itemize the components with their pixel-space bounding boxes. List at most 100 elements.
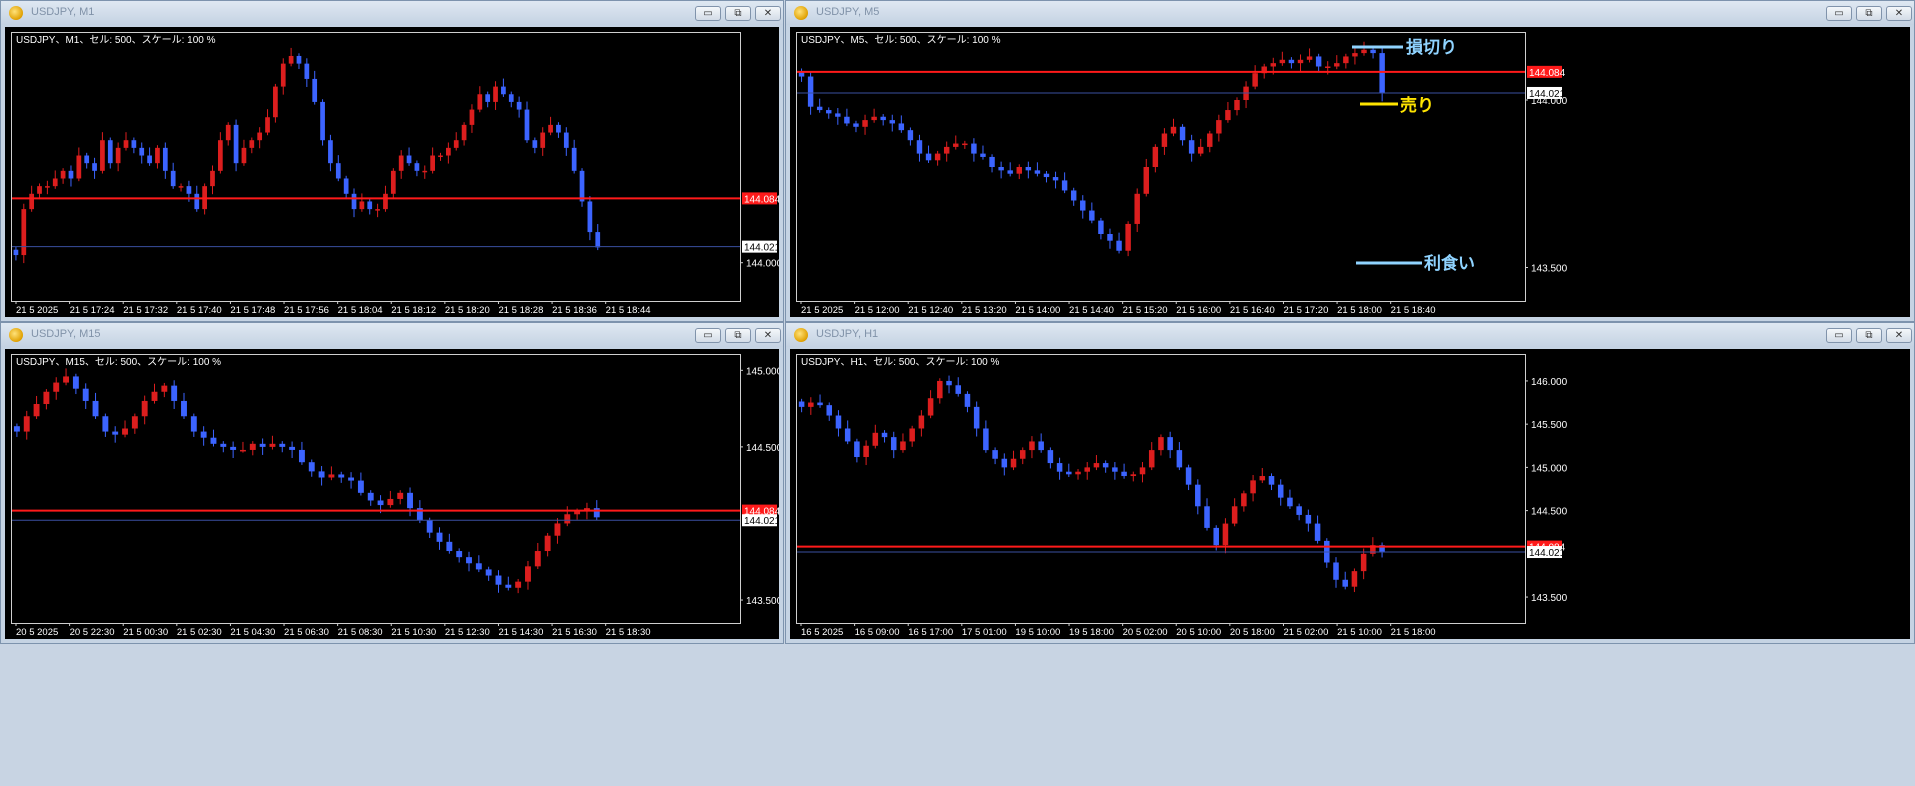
sell-label: 売り [1400, 95, 1434, 116]
candle [288, 47, 294, 67]
candle [937, 378, 943, 404]
candle [1139, 462, 1146, 483]
candle [359, 193, 365, 212]
candle [304, 58, 310, 87]
restore-button[interactable]: ⧉ [725, 328, 751, 343]
candle [1167, 431, 1173, 459]
candle [872, 424, 879, 449]
chart-area[interactable]: USDJPY、H1、セル: 500、スケール: 100 % 16 5 2025 1… [790, 349, 1910, 639]
restore-button[interactable]: ⧉ [1856, 328, 1882, 343]
candle [854, 438, 860, 463]
x-tick-label: 17 5 01:00 [962, 627, 1007, 638]
candle [563, 127, 569, 156]
candle [1195, 479, 1201, 515]
candle [485, 91, 491, 108]
candle [1241, 490, 1247, 512]
candle [871, 108, 877, 123]
x-tick-label: 21 5 2025 [801, 305, 843, 316]
candle [475, 555, 482, 573]
chart-area[interactable]: USDJPY、M5、セル: 500、スケール: 100 % 21 5 2025 2… [790, 27, 1910, 317]
candle [390, 168, 396, 200]
candle [1052, 171, 1059, 189]
price-chart[interactable]: USDJPY、M5、セル: 500、スケール: 100 % 21 5 2025 2… [790, 27, 1910, 317]
minimize-button[interactable]: ▭ [695, 6, 721, 21]
y-tick-label: 144.000 [746, 259, 779, 270]
x-tick-label: 21 5 14:00 [1015, 305, 1060, 316]
close-button[interactable]: ✕ [755, 328, 781, 343]
candle [1125, 221, 1131, 257]
close-button[interactable]: ✕ [1886, 328, 1912, 343]
price-chart[interactable]: USDJPY、M1、セル: 500、スケール: 100 % 21 5 2025 2… [5, 27, 779, 317]
x-tick-label: 20 5 02:00 [1123, 627, 1168, 638]
restore-button[interactable]: ⧉ [1856, 6, 1882, 21]
x-tick-label: 21 5 12:30 [445, 627, 490, 638]
close-button[interactable]: ✕ [1886, 6, 1912, 21]
candle [1360, 548, 1367, 580]
minimize-button[interactable]: ▭ [695, 328, 721, 343]
take-profit-label: 利食い [1424, 253, 1475, 274]
x-tick-label: 21 5 18:00 [1391, 627, 1436, 638]
window-title: USDJPY, H1 [816, 328, 879, 340]
window-titlebar[interactable]: USDJPY, M5 ▭ ⧉ ✕ [786, 1, 1914, 25]
candle [554, 518, 561, 544]
candle [524, 101, 530, 143]
restore-button[interactable]: ⧉ [725, 6, 751, 21]
candle [406, 147, 412, 166]
candle [817, 394, 823, 408]
plot-frame [796, 354, 1526, 624]
candle [844, 108, 850, 127]
y-tick-label: 145.000 [1531, 463, 1568, 474]
price-chart[interactable]: USDJPY、H1、セル: 500、スケール: 100 % 16 5 2025 1… [790, 349, 1910, 639]
candle [579, 168, 585, 207]
chart-header: USDJPY、M15、セル: 500、スケール: 100 % [16, 356, 221, 368]
y-axis-labels: 144.000143.500 [1525, 96, 1568, 275]
candle [571, 139, 577, 174]
x-tick-label: 21 5 18:36 [552, 305, 597, 316]
window-titlebar[interactable]: USDJPY, M1 ▭ ⧉ ✕ [1, 1, 783, 25]
candle [1268, 473, 1275, 491]
candle [495, 570, 502, 593]
candle [962, 140, 968, 149]
candle [37, 183, 42, 200]
minimize-button[interactable]: ▭ [1826, 328, 1852, 343]
candle [1038, 433, 1044, 453]
x-tick-label: 21 5 16:30 [552, 627, 597, 638]
candle [181, 392, 187, 419]
x-tick-label: 21 5 14:30 [498, 627, 543, 638]
candle [1034, 162, 1041, 177]
candle [446, 142, 451, 164]
candle [1043, 171, 1050, 183]
candle [84, 152, 90, 169]
candle [1342, 571, 1348, 590]
chart-area[interactable]: USDJPY、M15、セル: 500、スケール: 100 % 20 5 2025… [5, 349, 779, 639]
x-tick-label: 16 5 09:00 [855, 627, 900, 638]
candle [13, 247, 19, 261]
chart-area[interactable]: USDJPY、M1、セル: 500、スケール: 100 % 21 5 2025 2… [5, 27, 779, 317]
x-tick-label: 21 5 18:04 [338, 305, 383, 316]
candle [76, 147, 82, 182]
candle [980, 145, 986, 160]
candle [233, 119, 239, 172]
window-titlebar[interactable]: USDJPY, M15 ▭ ⧉ ✕ [1, 323, 783, 347]
candle [1010, 450, 1017, 471]
candle [916, 134, 923, 162]
candle [225, 122, 231, 146]
candle [900, 433, 906, 453]
candle [1234, 97, 1240, 116]
candle [501, 78, 506, 97]
y-tick-label: 143.500 [1531, 264, 1568, 275]
candle [102, 413, 109, 437]
candle [68, 165, 74, 187]
minimize-button[interactable]: ▭ [1826, 6, 1852, 21]
candle [63, 368, 70, 386]
candle [122, 420, 128, 438]
window-titlebar[interactable]: USDJPY, H1 ▭ ⧉ ✕ [786, 323, 1914, 347]
close-button[interactable]: ✕ [755, 6, 781, 21]
price-chart[interactable]: USDJPY、M15、セル: 500、スケール: 100 % 20 5 2025… [5, 349, 779, 639]
candle [351, 188, 357, 218]
plot-frame [11, 32, 741, 302]
candle [862, 114, 868, 135]
candle [918, 410, 925, 437]
x-tick-label: 21 5 06:30 [284, 627, 329, 638]
candle [889, 114, 895, 132]
